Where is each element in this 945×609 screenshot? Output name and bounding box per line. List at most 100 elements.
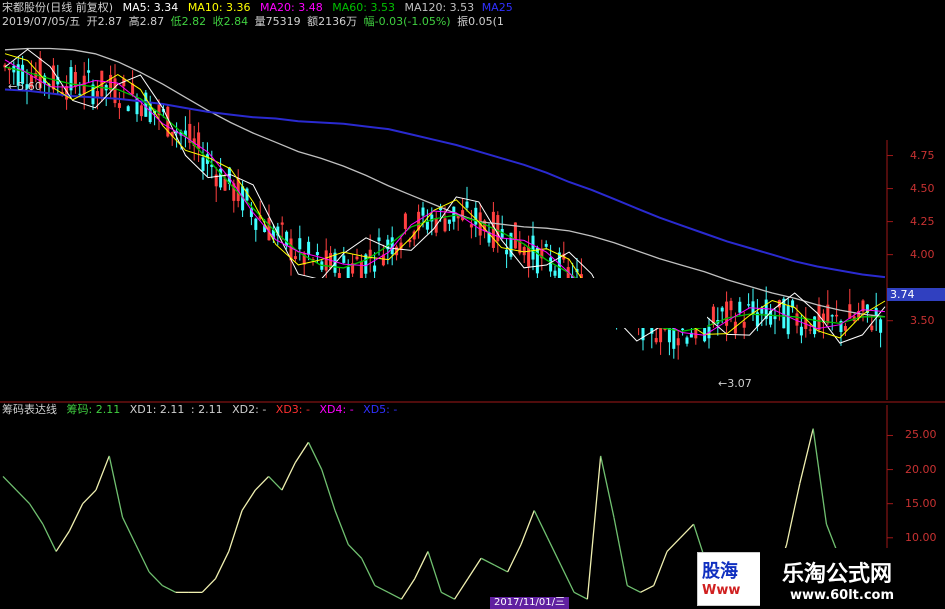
candle-body	[808, 329, 812, 331]
indicator-segment	[268, 475, 283, 491]
candle-body	[139, 105, 143, 117]
candle-body	[729, 300, 733, 311]
candle-body	[447, 219, 451, 224]
close-label: 收2.84	[212, 15, 249, 28]
candle-body	[843, 326, 847, 331]
indicator-segment	[135, 544, 150, 573]
indicator-segment	[294, 441, 310, 464]
candle-body	[285, 231, 289, 247]
ma5-label: MA5: 3.34	[122, 1, 179, 14]
indicator-segment	[281, 462, 296, 491]
change-label: 幅-0.03(-1.05%)	[363, 15, 451, 28]
indicator-segment	[162, 584, 176, 593]
candle-body	[452, 206, 456, 222]
ma60-label: MA60: 3.53	[332, 1, 395, 14]
candle-body	[544, 244, 548, 247]
indicator-segment	[653, 551, 668, 586]
xd5-label: XD5: -	[363, 403, 398, 416]
price-tick-label: 4.00	[910, 247, 935, 261]
indicator-name: 筹码表达线	[2, 403, 57, 416]
indicator-segment	[29, 503, 44, 525]
candle-body	[377, 237, 381, 242]
indicator-segment	[95, 455, 110, 491]
candle-body	[830, 315, 834, 317]
indicator-header: 筹码表达线 筹码: 2.11 XD1: 2.11 : 2.11 XD2: - X…	[2, 403, 397, 417]
stock-title: 宋都股份(日线 前复权)	[2, 1, 114, 14]
indicator-segment	[520, 510, 535, 545]
candle-body	[469, 224, 473, 228]
candle-body	[870, 325, 874, 331]
candle-body	[747, 304, 751, 306]
candle-body	[535, 247, 539, 274]
candle-body	[117, 103, 121, 108]
candle-body	[443, 218, 447, 232]
candle-body	[474, 207, 478, 225]
indicator-segment	[254, 475, 270, 491]
indicator-segment	[546, 537, 562, 566]
indicator-segment	[321, 469, 336, 511]
indicator-segment	[533, 510, 549, 539]
indicator-segment	[68, 503, 84, 532]
indicator-segment	[42, 523, 57, 552]
candle-body	[315, 252, 319, 256]
candle-body	[403, 213, 407, 229]
low-marker: ←3.07	[718, 377, 752, 390]
indicator-tick-label: 10.00	[905, 530, 937, 544]
indicator-segment	[427, 551, 442, 593]
indicator-segment	[666, 537, 681, 552]
candle-body	[681, 328, 685, 330]
indicator-segment	[121, 517, 137, 545]
indicator-segment	[812, 428, 828, 525]
indicator-segment	[361, 557, 376, 586]
indicator-segment	[82, 489, 97, 505]
watermark-logo-right: 乐淘公式网 www.60lt.com	[760, 548, 945, 609]
indicator-segment	[55, 530, 70, 552]
indicator-tick-label: 20.00	[905, 462, 937, 476]
header-row-2: 2019/07/05/五 开2.87 高2.87 低2.82 收2.84 量75…	[2, 15, 504, 29]
indicator-segment	[467, 557, 482, 580]
indicator-segment	[2, 475, 17, 491]
candle-body	[879, 319, 883, 333]
candle-body	[685, 337, 689, 344]
price-tick-label: 3.50	[910, 313, 935, 327]
ma10-label: MA10: 3.36	[187, 1, 251, 14]
candle-body	[742, 321, 746, 328]
indicator-segment	[387, 591, 402, 600]
indicator-segment	[228, 510, 243, 552]
watermark-site: 乐淘公式网	[782, 561, 893, 587]
candle-body	[346, 266, 350, 279]
indicator-segment	[414, 551, 429, 579]
indicator-segment	[307, 442, 323, 470]
candle-body	[531, 235, 535, 260]
volume-label: 量75319	[254, 15, 301, 28]
price-tick-label: 4.75	[910, 148, 935, 162]
candle-body	[835, 314, 839, 317]
xd1-label: XD1: 2.11	[129, 403, 185, 416]
low-label: 低2.82	[170, 15, 207, 28]
redaction-top	[535, 0, 945, 140]
candle-body	[786, 305, 790, 335]
indicator-segment	[334, 510, 349, 545]
candle-body	[522, 247, 526, 256]
indicator-segment	[201, 578, 216, 593]
xd2-label: XD2: -	[232, 403, 267, 416]
amplitude-label: 振0.05(1	[457, 15, 504, 28]
xd3-label: XD3: -	[275, 403, 310, 416]
indicator-segment	[148, 571, 163, 586]
candle-body	[773, 316, 777, 320]
current-price-tag: 3.74	[887, 288, 945, 301]
candle-body	[795, 313, 799, 326]
candle-body	[342, 255, 346, 263]
indicator-segment	[400, 578, 416, 600]
indicator-segment	[454, 578, 469, 600]
candle-body	[425, 221, 429, 230]
candle-body	[293, 256, 297, 259]
amount-label: 额2136万	[307, 15, 358, 28]
indicator-segment	[494, 564, 508, 573]
indicator-segment	[347, 544, 363, 559]
watermark-url: www.60lt.com	[790, 588, 895, 603]
indicator-segment	[640, 584, 655, 593]
candle-body	[87, 70, 91, 73]
candle-body	[720, 307, 724, 312]
high-marker-value: 5.60	[17, 80, 42, 93]
